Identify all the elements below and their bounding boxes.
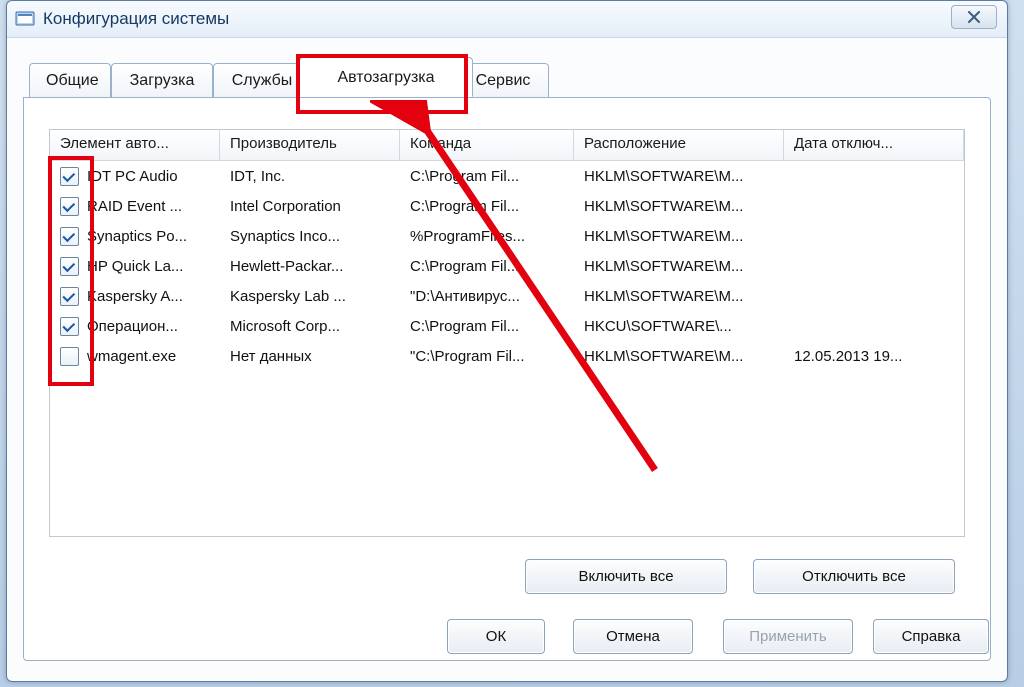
tab-services[interactable]: Службы	[213, 63, 311, 97]
close-icon	[967, 11, 981, 23]
msconfig-window: Конфигурация системы Общие Загрузка Служ…	[6, 0, 1008, 682]
cell-vendor: Hewlett-Packar...	[220, 258, 400, 275]
cell-location: HKLM\SOFTWARE\M...	[574, 168, 784, 185]
col-location[interactable]: Расположение	[574, 130, 784, 160]
disable-all-button[interactable]: Отключить все	[753, 559, 955, 594]
cell-location: HKLM\SOFTWARE\M...	[574, 258, 784, 275]
titlebar: Конфигурация системы	[7, 1, 1007, 38]
enable-all-button[interactable]: Включить все	[525, 559, 727, 594]
cell-location: HKLM\SOFTWARE\M...	[574, 288, 784, 305]
cell-item: Kaspersky A...	[50, 287, 220, 306]
app-icon	[15, 10, 35, 28]
tab-general[interactable]: Общие	[29, 63, 111, 97]
cell-vendor: Synaptics Inco...	[220, 228, 400, 245]
item-label: IDT PC Audio	[87, 168, 178, 185]
cell-location: HKCU\SOFTWARE\...	[574, 318, 784, 335]
cell-command: C:\Program Fil...	[400, 198, 574, 215]
cell-command: "C:\Program Fil...	[400, 348, 574, 365]
startup-list: Элемент авто... Производитель Команда Ра…	[49, 129, 965, 537]
apply-button: Применить	[723, 619, 853, 654]
cell-vendor: Нет данных	[220, 348, 400, 365]
ok-button[interactable]: ОК	[447, 619, 545, 654]
cell-date: 12.05.2013 19...	[784, 348, 964, 365]
row-checkbox[interactable]	[60, 227, 79, 246]
item-label: Kaspersky A...	[87, 288, 183, 305]
cell-item: IDT PC Audio	[50, 167, 220, 186]
row-checkbox[interactable]	[60, 287, 79, 306]
table-row[interactable]: Synaptics Po... Synaptics Inco...%Program…	[50, 221, 964, 251]
col-date[interactable]: Дата отключ...	[784, 130, 964, 160]
table-row[interactable]: wmagent.exe Нет данных"C:\Program Fil...H…	[50, 341, 964, 371]
col-vendor[interactable]: Производитель	[220, 130, 400, 160]
item-label: Synaptics Po...	[87, 228, 187, 245]
cell-command: "D:\Антивирус...	[400, 288, 574, 305]
table-row[interactable]: RAID Event ... Intel CorporationC:\Progra…	[50, 191, 964, 221]
cell-vendor: Microsoft Corp...	[220, 318, 400, 335]
cell-vendor: IDT, Inc.	[220, 168, 400, 185]
cell-location: HKLM\SOFTWARE\M...	[574, 198, 784, 215]
row-checkbox[interactable]	[60, 167, 79, 186]
cell-item: HP Quick La...	[50, 257, 220, 276]
cell-item: RAID Event ...	[50, 197, 220, 216]
cell-location: HKLM\SOFTWARE\M...	[574, 228, 784, 245]
cell-item: Операцион...	[50, 317, 220, 336]
window-title: Конфигурация системы	[43, 9, 229, 29]
item-label: HP Quick La...	[87, 258, 183, 275]
close-button[interactable]	[951, 5, 997, 29]
help-button[interactable]: Справка	[873, 619, 989, 654]
table-row[interactable]: IDT PC Audio IDT, Inc.C:\Program Fil...HK…	[50, 161, 964, 191]
row-checkbox[interactable]	[60, 257, 79, 276]
table-row[interactable]: Операцион... Microsoft Corp...C:\Program …	[50, 311, 964, 341]
cancel-button[interactable]: Отмена	[573, 619, 693, 654]
table-row[interactable]: HP Quick La... Hewlett-Packar...C:\Progra…	[50, 251, 964, 281]
row-checkbox[interactable]	[60, 317, 79, 336]
cell-item: Synaptics Po...	[50, 227, 220, 246]
cell-vendor: Kaspersky Lab ...	[220, 288, 400, 305]
cell-command: C:\Program Fil...	[400, 258, 574, 275]
col-item[interactable]: Элемент авто...	[50, 130, 220, 160]
item-label: Операцион...	[87, 318, 178, 335]
cell-command: %ProgramFiles...	[400, 228, 574, 245]
row-checkbox[interactable]	[60, 347, 79, 366]
cell-command: C:\Program Fil...	[400, 318, 574, 335]
item-label: wmagent.exe	[87, 348, 176, 365]
cell-location: HKLM\SOFTWARE\M...	[574, 348, 784, 365]
table-row[interactable]: Kaspersky A... Kaspersky Lab ..."D:\Антив…	[50, 281, 964, 311]
list-header: Элемент авто... Производитель Команда Ра…	[50, 130, 964, 161]
cell-item: wmagent.exe	[50, 347, 220, 366]
row-checkbox[interactable]	[60, 197, 79, 216]
cell-command: C:\Program Fil...	[400, 168, 574, 185]
tab-startup[interactable]: Автозагрузка	[299, 57, 473, 97]
col-command[interactable]: Команда	[400, 130, 574, 160]
tab-boot[interactable]: Загрузка	[111, 63, 213, 97]
cell-vendor: Intel Corporation	[220, 198, 400, 215]
tab-strip: Общие Загрузка Службы Автозагрузка Серви…	[23, 63, 991, 101]
item-label: RAID Event ...	[87, 198, 182, 215]
